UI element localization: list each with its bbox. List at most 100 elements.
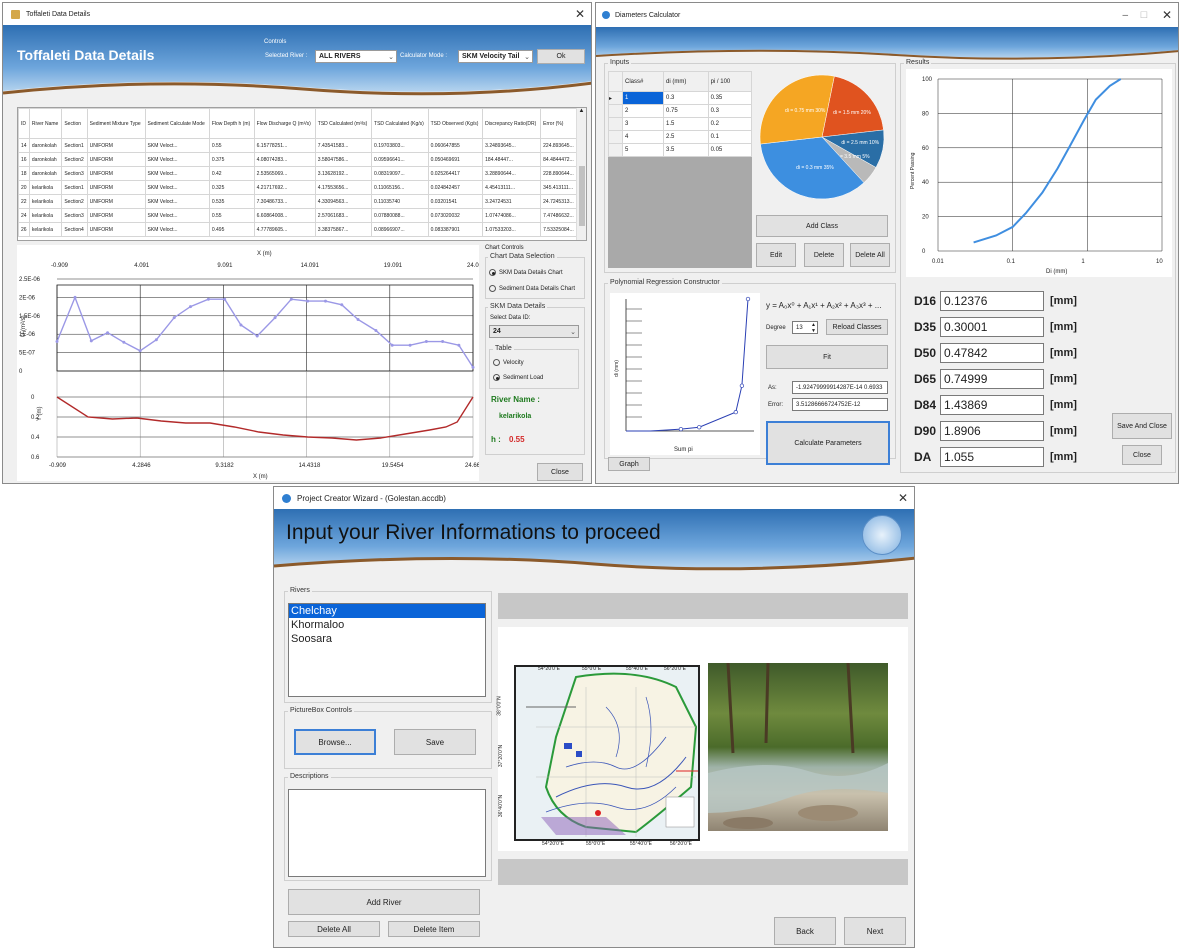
radio-sediment-chart[interactable]: Sediment Data Details Chart [489,285,575,292]
radio-velocity[interactable]: Velocity [493,359,524,366]
fit-button[interactable]: Fit [766,345,888,369]
table-cell[interactable]: 3.13628192... [314,166,373,181]
row-header[interactable] [608,143,623,157]
table-cell[interactable]: kelarikola [28,222,63,237]
minimize-icon[interactable]: – [1122,10,1128,21]
browse-button[interactable]: Browse... [294,729,376,755]
column-header[interactable]: TSD Calculated (m³/s) [314,108,373,139]
table-cell[interactable]: 0.060647855 [427,138,484,153]
table-cell[interactable]: 0.09596641... [371,152,429,167]
table-cell[interactable]: kelarikola [28,208,63,223]
save-and-close-button[interactable]: Save And Close [1112,413,1172,439]
table-cell[interactable]: 7.53325084... [540,222,578,237]
delete-all-button[interactable]: Delete All [288,921,380,937]
grid-row[interactable]: 5 3.5 0.05 [608,143,753,157]
grid-row[interactable]: 3 1.5 0.2 [608,117,753,131]
table-row[interactable]: 14 daronkolah Section1 UNIFORM SKM Veloct...… [18,138,578,153]
table-cell[interactable]: SKM Veloct... [144,138,210,153]
grid-cell[interactable]: 2.5 [663,130,709,144]
delete-item-button[interactable]: Delete Item [388,921,480,937]
row-header[interactable] [608,130,623,144]
column-header[interactable]: TSD Observed (Kg/s) [427,108,484,139]
scroll-up-icon[interactable]: ▲ [577,108,586,114]
column-header[interactable]: Error (%) [540,108,578,139]
table-cell[interactable]: 0.325 [208,180,255,195]
table-cell[interactable]: 0.375 [208,152,255,167]
table-cell[interactable]: 0.19703803... [371,138,429,153]
table-cell[interactable]: 1.07533203... [482,222,542,237]
table-cell[interactable]: kelarikola [28,194,63,209]
table-cell[interactable]: 3.38375867... [314,222,373,237]
grid-cell[interactable]: 1 [621,91,665,105]
back-button[interactable]: Back [774,917,836,945]
descriptions-textarea[interactable] [288,789,486,877]
result-field[interactable]: 1.055 [940,447,1044,467]
table-cell[interactable]: 24.7245313... [540,194,578,209]
table-cell[interactable]: Section4 [61,222,88,237]
result-field[interactable]: 0.74999 [940,369,1044,389]
table-cell[interactable]: daronkolah [28,166,63,181]
table-cell[interactable]: UNIFORM [86,208,146,223]
next-button[interactable]: Next [844,917,906,945]
table-cell[interactable]: Section1 [61,138,88,153]
table-row[interactable]: 18 daronkolah Section3 UNIFORM SKM Veloct...… [18,166,578,181]
data-id-dropdown[interactable]: 24 ⌄ [489,325,579,338]
column-header[interactable]: pi / 100 [707,71,753,92]
grid-row[interactable]: ▸ 1 0.3 0.35 [608,91,753,105]
column-header[interactable]: ID [18,108,30,139]
table-cell[interactable]: 22 [18,194,30,209]
table-cell[interactable]: 0.55 [208,208,255,223]
river-list-item[interactable]: Soosara [289,632,485,646]
table-cell[interactable]: UNIFORM [86,138,146,153]
edit-button[interactable]: Edit [756,243,796,267]
table-cell[interactable]: 16 [18,152,30,167]
table-cell[interactable]: 0.08966907... [371,222,429,237]
close-icon[interactable]: ✕ [898,491,908,505]
table-cell[interactable]: Section3 [61,166,88,181]
result-field[interactable]: 1.43869 [940,395,1044,415]
grid-cell[interactable]: 3 [621,117,665,131]
table-cell[interactable]: 4.17553656... [314,180,373,195]
table-cell[interactable]: 4.33094563... [314,194,373,209]
column-header[interactable]: di (mm) [663,71,709,92]
close-button[interactable]: Close [537,463,583,481]
radio-sediment-load[interactable]: Sediment Load [493,374,543,381]
grid-cell[interactable]: 0.1 [707,130,753,144]
result-field[interactable]: 0.47842 [940,343,1044,363]
grid-cell[interactable]: 0.35 [707,91,753,105]
grid-cell[interactable]: 0.75 [663,104,709,118]
table-cell[interactable]: 2.53565069... [253,166,316,181]
classes-grid[interactable]: Class# di (mm) pi / 100 ▸ 1 0.3 0.35 2 0.75 0.3 3… [608,71,753,157]
table-cell[interactable]: 0.08319097... [371,166,429,181]
table-row[interactable]: 16 daronkolah Section2 UNIFORM SKM Veloct...… [18,152,578,167]
ok-button[interactable]: Ok [537,49,585,64]
table-row[interactable]: 20 kelarikola Section1 UNIFORM SKM Veloct...… [18,180,578,195]
table-cell[interactable]: 0.025264417 [427,166,484,181]
as-field[interactable]: -1.92479999914287E-14 0.6933 [792,381,888,394]
table-row[interactable]: 24 kelarikola Section3 UNIFORM SKM Veloct...… [18,208,578,223]
grid-cell[interactable]: 0.3 [707,104,753,118]
column-header[interactable]: Flow Discharge Q (m³/s) [253,108,316,139]
table-cell[interactable]: UNIFORM [86,180,146,195]
table-cell[interactable]: 0.083387901 [427,222,484,237]
table-cell[interactable]: 3.28890644... [482,166,542,181]
column-header[interactable]: River Name [28,108,63,139]
table-cell[interactable]: SKM Veloct... [144,180,210,195]
grid-cell[interactable]: 0.2 [707,117,753,131]
table-cell[interactable]: 0.024842457 [427,180,484,195]
table-cell[interactable]: 4.21717692... [253,180,316,195]
table-cell[interactable]: 20 [18,180,30,195]
close-icon[interactable]: ✕ [575,7,585,21]
table-cell[interactable]: 184.48447... [482,152,542,167]
column-header[interactable]: Class# [621,71,665,92]
table-cell[interactable]: 14 [18,138,30,153]
table-cell[interactable]: 3.24724531 [482,194,542,209]
table-cell[interactable]: 1.07474086... [482,208,542,223]
table-cell[interactable]: 0.42 [208,166,255,181]
vertical-scrollbar[interactable]: ▲ [576,108,586,240]
column-header[interactable]: Flow Depth h (m) [208,108,255,139]
table-cell[interactable]: 3.58047586... [314,152,373,167]
table-cell[interactable]: 228.890644... [540,166,578,181]
table-cell[interactable]: 7.47486632... [540,208,578,223]
column-header[interactable]: TSD Calculated (Kg/s) [371,108,429,139]
